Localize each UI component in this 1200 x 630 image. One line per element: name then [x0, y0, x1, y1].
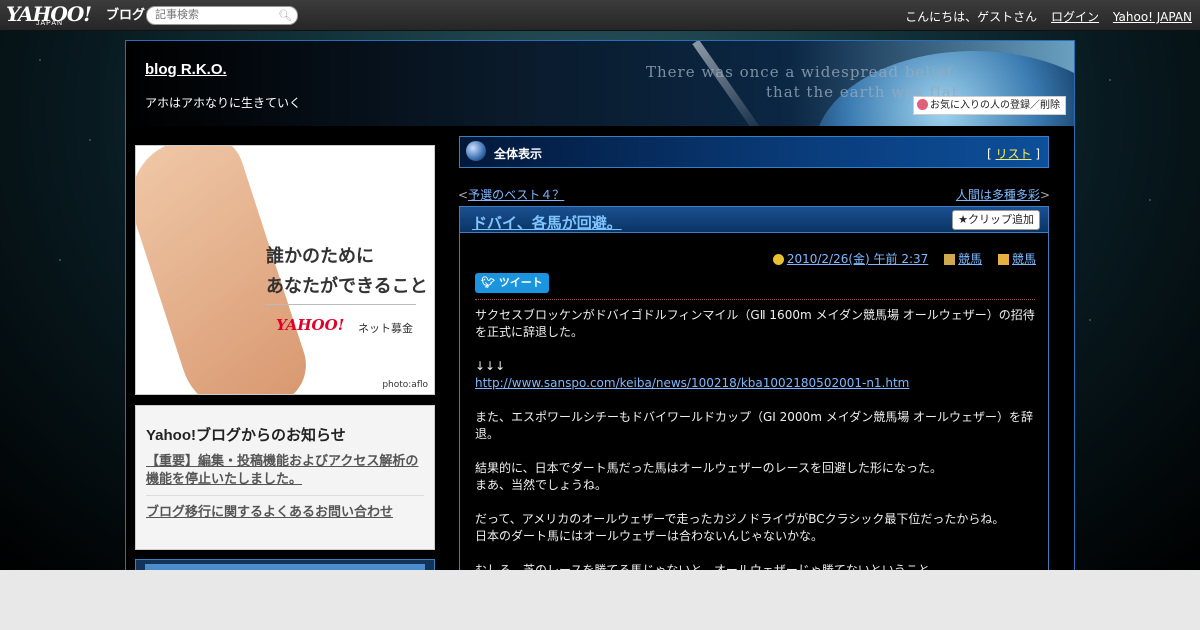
search-icon[interactable]: 🔍︎	[278, 9, 292, 22]
ad-line-2: あなたができること	[266, 276, 428, 297]
favorite-button[interactable]: お気に入りの人の登録／削除	[913, 96, 1066, 115]
photo-credit: photo:aflo	[382, 380, 428, 390]
post-date[interactable]: 2010/2/26(金) 午前 2:37	[787, 252, 928, 266]
list-toggle: [ リスト ]	[987, 145, 1040, 162]
greeting-text: こんにちは、ゲストさん	[905, 10, 1038, 24]
bird-icon: 🐦︎	[481, 276, 495, 289]
blog-header: There was once a widespread belief that …	[126, 41, 1074, 126]
post-line: まあ、当然でしょうね。	[475, 478, 608, 492]
charity-ad-banner[interactable]: 誰かのために あなたができること YAHOO! ネット募金 photo:aflo	[135, 145, 435, 395]
list-link[interactable]: リスト	[995, 147, 1031, 161]
yahoo-blog-logo[interactable]: YAHOO! JAPAN ブログ	[6, 2, 145, 27]
clip-button[interactable]: ★クリップ追加	[952, 210, 1040, 230]
post-category-1[interactable]: 競馬	[958, 252, 982, 266]
clock-icon	[772, 254, 784, 265]
prev-post-nav: <予選のベスト４？	[458, 186, 564, 203]
clip-button-label: クリップ追加	[968, 213, 1034, 226]
post-line: サクセスブロッケンがドバイゴドルフィンマイル（GⅡ 1600m メイダン競馬場 …	[475, 308, 1035, 339]
list-bracket-close: ]	[1035, 147, 1040, 161]
search-box: 🔍︎	[146, 6, 298, 25]
search-input[interactable]	[153, 8, 277, 22]
yahoo-topbar: YAHOO! JAPAN ブログ 🔍︎ こんにちは、ゲストさん ログイン Yah…	[0, 0, 1200, 31]
tweet-label: ツイート	[498, 276, 543, 289]
star-icon: ★	[958, 213, 968, 226]
blog-title[interactable]: blog R.K.O.	[145, 61, 227, 78]
notice-link-faq[interactable]: ブログ移行に関するよくあるお問い合わせ	[146, 504, 424, 522]
notice-link-important[interactable]: 【重要】編集・投稿機能およびアクセス解析の機能を停止いたしました。	[146, 453, 424, 489]
prev-post-link[interactable]: 予選のベスト４？	[468, 188, 564, 202]
banner-text-1: There was once a widespread belief	[646, 63, 954, 81]
sidebar-box-inner	[145, 564, 425, 570]
post-category-2[interactable]: 競馬	[1012, 252, 1036, 266]
prev-arrow: <	[458, 188, 469, 202]
notice-title: Yahoo!ブログからのお知らせ	[146, 427, 346, 444]
blog-description: アホはアホなりに生きていく	[145, 96, 302, 110]
post-meta: 2010/2/26(金) 午前 2:37 競馬 競馬	[772, 250, 1036, 267]
logo-blog: ブログ	[106, 8, 146, 23]
next-arrow: >	[1039, 188, 1050, 202]
book-icon	[944, 254, 956, 265]
folder-icon	[997, 254, 1009, 265]
post-link-sanspo[interactable]: http://www.sanspo.com/keiba/news/100218/…	[475, 376, 909, 390]
view-all-label: 全体表示	[494, 147, 543, 161]
post-line: 日本のダート馬にはオールウェザーは合わないんじゃないかな。	[475, 529, 824, 543]
post-body: サクセスブロッケンがドバイゴドルフィンマイル（GⅡ 1600m メイダン競馬場 …	[475, 307, 1037, 570]
favorite-button-label: お気に入りの人の登録／削除	[930, 100, 1060, 111]
ad-divider	[266, 304, 416, 305]
page-background: YAHOO! JAPAN ブログ 🔍︎ こんにちは、ゲストさん ログイン Yah…	[0, 0, 1200, 570]
post-line: だって、アメリカのオールウェザーで走ったカジノドライヴがBCクラシック最下位だっ…	[475, 512, 1005, 526]
post-divider	[475, 299, 1035, 300]
post-line: 結果的に、日本でダート馬だった馬はオールウェザーのレースを回避した形になった。	[475, 461, 943, 475]
post-line: むしろ、芝のレースを勝てる馬じゃないと、オールウェザーじゃ勝てないということ。	[475, 563, 942, 570]
list-bracket-open: [	[986, 147, 992, 161]
ad-brand-sub: ネット募金	[358, 322, 413, 335]
tweet-button[interactable]: 🐦︎ ツイート	[475, 273, 549, 293]
post-line: ↓↓↓	[475, 359, 506, 373]
heart-icon	[917, 99, 928, 110]
blog-post: ドバイ、各馬が回避。 ★クリップ追加 2010/2/26(金) 午前 2:37 …	[459, 206, 1049, 570]
post-title-bar: ドバイ、各馬が回避。 ★クリップ追加	[460, 207, 1048, 233]
next-post-nav: 人間は多種多彩>	[956, 186, 1050, 203]
next-post-link[interactable]: 人間は多種多彩	[956, 188, 1040, 202]
globe-icon	[466, 141, 486, 161]
view-all-bar: 全体表示 [ リスト ]	[459, 136, 1049, 168]
light-flare	[692, 41, 768, 126]
ad-brand: YAHOO!	[276, 316, 345, 334]
ad-line-1: 誰かのために	[266, 246, 374, 267]
notice-divider	[146, 495, 424, 496]
login-link[interactable]: ログイン	[1051, 10, 1099, 24]
post-line: また、エスポワールシチーもドバイワールドカップ（GⅠ 2000m メイダン競馬場…	[475, 410, 1034, 441]
blog-frame: There was once a widespread belief that …	[125, 40, 1075, 570]
logo-japan: JAPAN	[36, 20, 64, 27]
yahoo-japan-link[interactable]: Yahoo! JAPAN	[1113, 10, 1192, 24]
post-title[interactable]: ドバイ、各馬が回避。	[472, 212, 622, 233]
user-nav: こんにちは、ゲストさん ログイン Yahoo! JAPAN	[905, 8, 1192, 25]
holding-hands-image	[136, 146, 317, 394]
sidebar-box	[135, 559, 435, 570]
notice-box: Yahoo!ブログからのお知らせ 【重要】編集・投稿機能およびアクセス解析の機能…	[135, 405, 435, 550]
